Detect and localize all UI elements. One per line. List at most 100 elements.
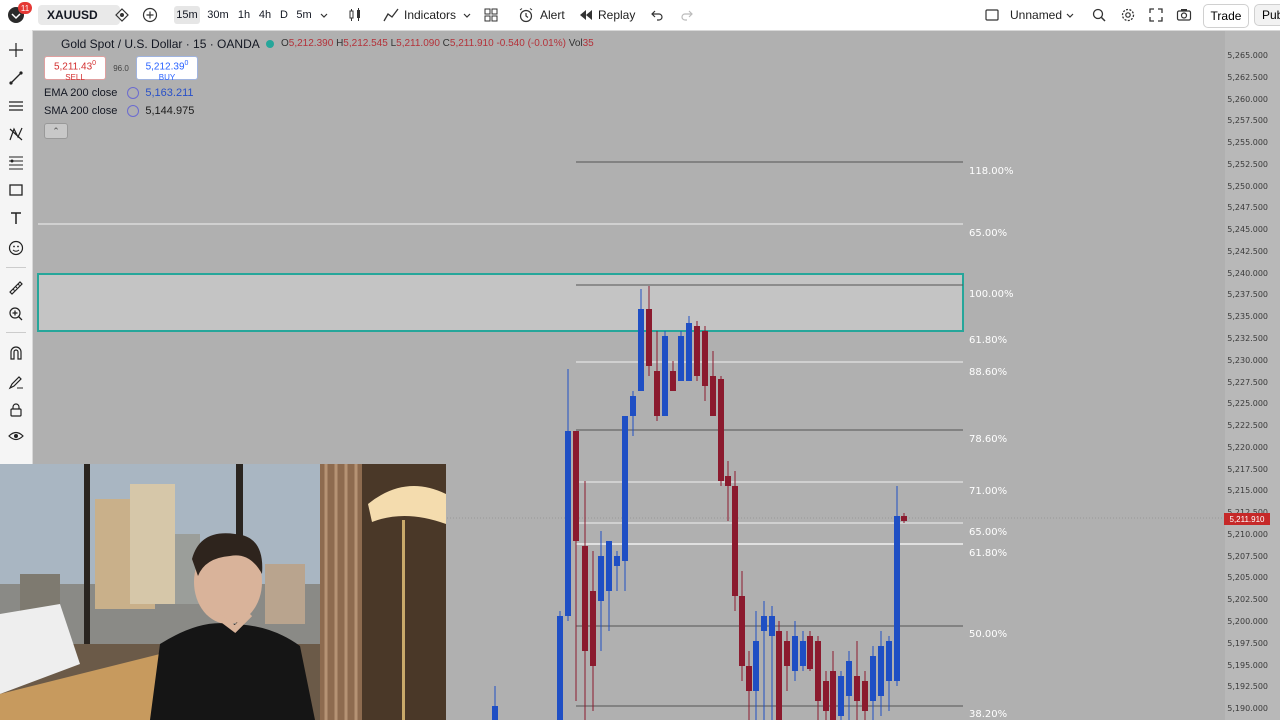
bullish-candle [753, 641, 759, 691]
interval-d[interactable]: D [276, 6, 292, 24]
zoom-in-icon[interactable] [4, 302, 28, 326]
price-axis[interactable]: 5,265.000 5,262.500 5,260.000 5,257.500 5,25… [1225, 31, 1280, 720]
indicator-settings-icon[interactable] [127, 87, 140, 99]
alert-label: Alert [540, 8, 565, 22]
bearish-candle [784, 641, 790, 666]
interval-dropdown-icon[interactable] [319, 0, 329, 30]
undo-icon[interactable] [650, 0, 664, 30]
replay-button[interactable]: Replay [578, 0, 635, 30]
emoji-icon[interactable] [4, 236, 28, 260]
webcam-video-frame [0, 464, 446, 720]
hide-drawings-eye-icon[interactable] [4, 424, 28, 448]
text-tool-icon[interactable] [4, 206, 28, 230]
indicator-name: EMA 200 close [44, 87, 118, 99]
bearish-candle [718, 379, 724, 481]
magnet-icon[interactable] [4, 341, 28, 365]
price-tick-label: 5,202.500 [1227, 595, 1268, 605]
bullish-candle [492, 706, 498, 720]
indicators-button[interactable]: Indicators [383, 0, 456, 30]
crosshair-icon[interactable] [4, 38, 28, 62]
settings-gear-icon[interactable] [1120, 0, 1136, 30]
supply-zone-rectangle[interactable] [37, 273, 964, 332]
bearish-candle [646, 309, 652, 366]
pattern-tool-icon[interactable] [4, 122, 28, 146]
interval-15m[interactable]: 15m [174, 6, 200, 24]
bullish-candle [878, 646, 884, 696]
trend-line-icon[interactable] [4, 66, 28, 90]
market-status-dot [266, 40, 274, 48]
bullish-candle [557, 616, 563, 720]
ohlc-values: O5,212.390 H5,212.545 L5,211.090 C5,211.… [281, 38, 594, 49]
quick-search-icon[interactable] [1091, 0, 1107, 30]
interval-5m[interactable]: 5m [294, 6, 314, 24]
bearish-candle [746, 666, 752, 691]
indicator-value: 5,144.975 [145, 105, 195, 117]
price-tick-label: 5,225.000 [1227, 399, 1268, 409]
fib-retracement-icon[interactable] [4, 150, 28, 174]
price-tick-label: 5,265.000 [1227, 51, 1268, 60]
fib-level-label: 61.80% [969, 335, 1008, 346]
layout-dropdown-icon[interactable] [1065, 0, 1075, 30]
fib-level-label: 100.00% [969, 289, 1014, 300]
bullish-candle [894, 516, 900, 681]
price-tick-label: 5,237.500 [1227, 290, 1268, 300]
fib-level-label: 88.60% [969, 367, 1008, 378]
indicator-name: SMA 200 close [44, 105, 118, 117]
trade-button[interactable]: Trade [1203, 4, 1249, 28]
buy-button[interactable]: 5,212.390 BUY [136, 56, 198, 82]
redo-icon[interactable] [680, 0, 694, 30]
symbol-search[interactable]: XAUUSD [38, 5, 120, 25]
fib-level-label: 61.80% [969, 548, 1008, 559]
lock-icon[interactable] [4, 398, 28, 422]
fullscreen-icon[interactable] [1148, 0, 1164, 30]
indicators-dropdown-icon[interactable] [462, 0, 472, 30]
bullish-candle [870, 656, 876, 701]
stay-in-drawing-icon[interactable] [4, 370, 28, 394]
symbol-eye-icon[interactable] [114, 0, 130, 30]
collapse-legend-chevron-up-icon[interactable]: ⌃ [44, 123, 68, 139]
ohlc-volume: 35 [582, 38, 594, 49]
price-tick-label: 5,250.000 [1227, 181, 1268, 191]
sell-price-sup: 0 [92, 60, 97, 67]
indicator-ema-200[interactable]: EMA 200 close 5,163.211 [44, 87, 194, 99]
bullish-candle [761, 616, 767, 631]
add-symbol-icon[interactable] [142, 0, 158, 30]
bearish-candle [710, 376, 716, 416]
price-tick-label: 5,195.000 [1227, 660, 1268, 670]
price-tick-label: 5,220.000 [1227, 442, 1268, 452]
interval-30m[interactable]: 30m [204, 6, 232, 24]
bearish-candle [901, 516, 907, 521]
snapshot-camera-icon[interactable] [1176, 0, 1192, 30]
indicators-label: Indicators [404, 8, 457, 22]
fib-level-label: 71.00% [969, 486, 1008, 497]
sell-button[interactable]: 5,211.430 SELL [44, 56, 106, 82]
top-toolbar: 11 XAUUSD 15m 30m 1h 4h D 5m Indicators … [0, 0, 1280, 31]
indicator-settings-icon[interactable] [127, 105, 140, 117]
ruler-icon[interactable] [4, 276, 28, 300]
ohlc-close-key: C [442, 38, 450, 49]
price-tick-label: 5,257.500 [1227, 116, 1268, 126]
bearish-candle [582, 546, 588, 651]
horizontal-lines-icon[interactable] [4, 94, 28, 118]
indicator-value: 5,163.211 [145, 87, 194, 99]
templates-grid-icon[interactable] [483, 0, 499, 30]
ohlc-low: 5,211.090 [396, 38, 440, 49]
chart-type-candles-icon[interactable] [347, 0, 363, 30]
bearish-candle [573, 431, 579, 541]
spread-value: 96.0 [113, 64, 129, 73]
layout-name[interactable]: Unnamed [1010, 0, 1062, 30]
layout-icon[interactable] [985, 0, 999, 30]
price-tick-label: 5,260.000 [1227, 94, 1268, 104]
interval-4h[interactable]: 4h [255, 6, 275, 24]
indicator-sma-200[interactable]: SMA 200 close 5,144.975 [44, 105, 194, 117]
rectangle-tool-icon[interactable] [4, 178, 28, 202]
price-tick-label: 5,230.000 [1227, 355, 1268, 365]
interval-1h[interactable]: 1h [234, 6, 254, 24]
publish-button[interactable]: Pub [1254, 4, 1280, 26]
price-tick-label: 5,252.500 [1227, 159, 1268, 169]
buy-price: 5,212.39 [145, 61, 185, 73]
chart-legend-title[interactable]: Gold Spot / U.S. Dollar · 15 · OANDA [61, 37, 260, 51]
price-tick-label: 5,210.000 [1227, 529, 1268, 539]
alert-button[interactable]: Alert [518, 0, 565, 30]
price-tick-label: 5,262.500 [1227, 72, 1268, 82]
